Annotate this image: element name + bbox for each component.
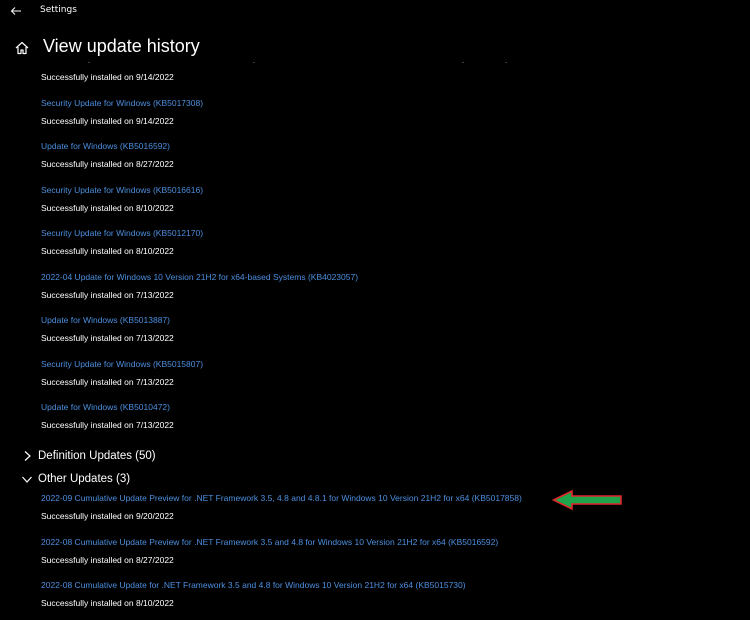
update-link[interactable]: Security Update for Windows (KB5016616)	[41, 185, 203, 195]
home-icon	[15, 41, 29, 55]
update-link[interactable]: 2022-08 Cumulative Update Preview for .N…	[41, 537, 498, 547]
back-arrow-icon	[10, 7, 21, 15]
update-link[interactable]: Update for Windows (KB5016592)	[41, 141, 174, 151]
definition-updates-header[interactable]: Definition Updates (50)	[20, 448, 156, 464]
update-status: Successfully installed on 8/10/2022	[41, 203, 174, 213]
update-entry: Update for Windows (KB5016592) Successfu…	[41, 141, 174, 169]
definition-updates-label: Definition Updates (50)	[38, 450, 156, 462]
update-link[interactable]: 2022-09 Cumulative Update Preview for .N…	[41, 493, 522, 503]
chevron-right-icon	[20, 449, 34, 463]
update-status: Successfully installed on 8/27/2022	[41, 555, 174, 565]
update-entry: 2022-04 Update for Windows 10 Version 21…	[41, 272, 358, 300]
back-button[interactable]	[6, 2, 26, 20]
update-entry: 2022-09 Cumulative Update Preview for .N…	[41, 493, 522, 521]
update-link[interactable]: 2022-08 Cumulative Update for .NET Frame…	[41, 580, 466, 590]
update-status: Successfully installed on 8/10/2022	[41, 598, 174, 608]
update-entry: Update for Windows (KB5013887) Successfu…	[41, 315, 174, 343]
update-entry: 2022-08 Cumulative Update for .NET Frame…	[41, 580, 466, 608]
update-status: Successfully installed on 9/14/2022	[41, 116, 174, 126]
update-status: Successfully installed on 9/20/2022	[41, 511, 174, 521]
app-title: Settings	[40, 5, 77, 15]
update-status: Successfully installed on 7/13/2022	[41, 420, 174, 430]
title-bar: Settings	[0, 0, 750, 24]
update-link[interactable]: Security Update for Windows (KB5017308)	[41, 98, 203, 108]
update-link[interactable]: Security Update for Windows (KB5015807)	[41, 359, 203, 369]
update-status: Successfully installed on 7/13/2022	[41, 333, 174, 343]
update-entry: Update for Windows (KB5010472) Successfu…	[41, 402, 174, 430]
update-entry: Security Update for Windows (KB5012170) …	[41, 228, 203, 256]
chevron-down-icon	[20, 472, 34, 486]
update-link[interactable]: 2022-04 Update for Windows 10 Version 21…	[41, 272, 358, 282]
update-status: Successfully installed on 8/10/2022	[41, 246, 174, 256]
update-link[interactable]: Security Update for Windows (KB5012170)	[41, 228, 203, 238]
update-entry: Security Update for Windows (KB5017308) …	[41, 98, 203, 126]
top-status: Successfully installed on 9/14/2022	[41, 72, 174, 82]
update-entry: 2022-08 Cumulative Update Preview for .N…	[41, 537, 498, 565]
update-status: Successfully installed on 7/13/2022	[41, 377, 174, 387]
update-link[interactable]: Update for Windows (KB5010472)	[41, 402, 174, 412]
update-link[interactable]: Update for Windows (KB5013887)	[41, 315, 174, 325]
update-entry: Security Update for Windows (KB5015807) …	[41, 359, 203, 387]
home-button[interactable]	[12, 38, 32, 58]
update-status: Successfully installed on 7/13/2022	[41, 290, 174, 300]
other-updates-label: Other Updates (3)	[38, 473, 131, 485]
update-entry: Security Update for Windows (KB5016616) …	[41, 185, 203, 213]
page-title: View update history	[43, 36, 200, 56]
other-updates-header[interactable]: Other Updates (3)	[20, 471, 130, 487]
annotation-arrow-icon	[552, 489, 622, 511]
update-status: Successfully installed on 8/27/2022	[41, 159, 174, 169]
